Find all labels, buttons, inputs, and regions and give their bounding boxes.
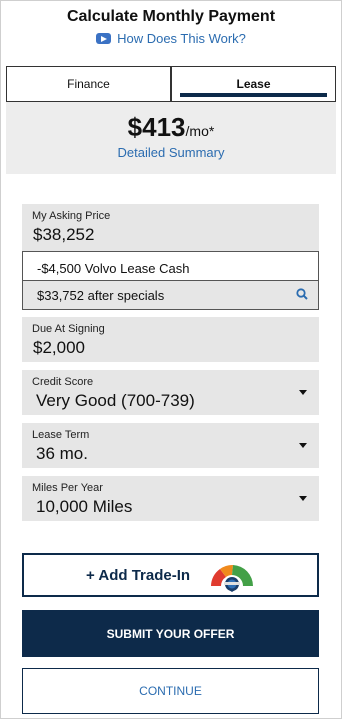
continue-button[interactable]: CONTINUE xyxy=(22,668,319,714)
chevron-down-icon xyxy=(299,496,307,501)
monthly-payment-suffix: /mo* xyxy=(185,123,215,139)
video-play-icon xyxy=(96,33,112,44)
credit-score-label: Credit Score xyxy=(32,376,94,388)
after-specials-row[interactable]: $33,752 after specials xyxy=(22,281,319,310)
lease-term-value: 36 mo. xyxy=(36,444,88,463)
credit-score-select[interactable]: Credit Score Very Good (700-739) xyxy=(22,370,319,415)
due-at-signing-field[interactable]: Due At Signing $2,000 xyxy=(22,317,319,362)
monthly-payment: $413/mo* xyxy=(6,112,336,143)
after-specials-text: $33,752 after specials xyxy=(37,288,165,303)
miles-per-year-value: 10,000 Miles xyxy=(36,497,133,516)
submit-offer-button[interactable]: SUBMIT YOUR OFFER xyxy=(22,610,319,657)
chevron-down-icon xyxy=(299,443,307,448)
asking-price-value: $38,252 xyxy=(33,225,95,244)
how-it-works-link[interactable]: How Does This Work? xyxy=(0,31,342,46)
chevron-down-icon xyxy=(299,390,307,395)
trade-in-gauge-icon xyxy=(211,564,254,592)
credit-score-value: Very Good (700-739) xyxy=(36,391,195,410)
detailed-summary-link[interactable]: Detailed Summary xyxy=(6,145,336,160)
due-at-signing-label: Due At Signing xyxy=(32,323,105,335)
add-trade-in-label: + Add Trade-In xyxy=(86,567,191,584)
add-trade-in-button[interactable]: + Add Trade-In xyxy=(22,553,319,597)
miles-per-year-label: Miles Per Year xyxy=(32,482,103,494)
monthly-payment-amount: $413 xyxy=(127,112,186,142)
search-icon[interactable] xyxy=(296,288,308,300)
payment-type-tabs: Finance Lease xyxy=(6,66,336,102)
asking-price-label: My Asking Price xyxy=(32,210,111,222)
asking-price-field[interactable]: My Asking Price $38,252 xyxy=(22,204,319,251)
lease-cash-item: -$4,500 Volvo Lease Cash xyxy=(22,251,319,281)
due-at-signing-value: $2,000 xyxy=(33,338,85,357)
lease-term-label: Lease Term xyxy=(32,429,90,441)
how-it-works-label: How Does This Work? xyxy=(117,31,246,46)
payment-summary: $413/mo* Detailed Summary xyxy=(6,102,336,174)
miles-per-year-select[interactable]: Miles Per Year 10,000 Miles xyxy=(22,476,319,521)
tab-finance[interactable]: Finance xyxy=(6,66,171,102)
lease-term-select[interactable]: Lease Term 36 mo. xyxy=(22,423,319,468)
tab-lease[interactable]: Lease xyxy=(171,66,336,102)
page-title: Calculate Monthly Payment xyxy=(66,8,276,25)
